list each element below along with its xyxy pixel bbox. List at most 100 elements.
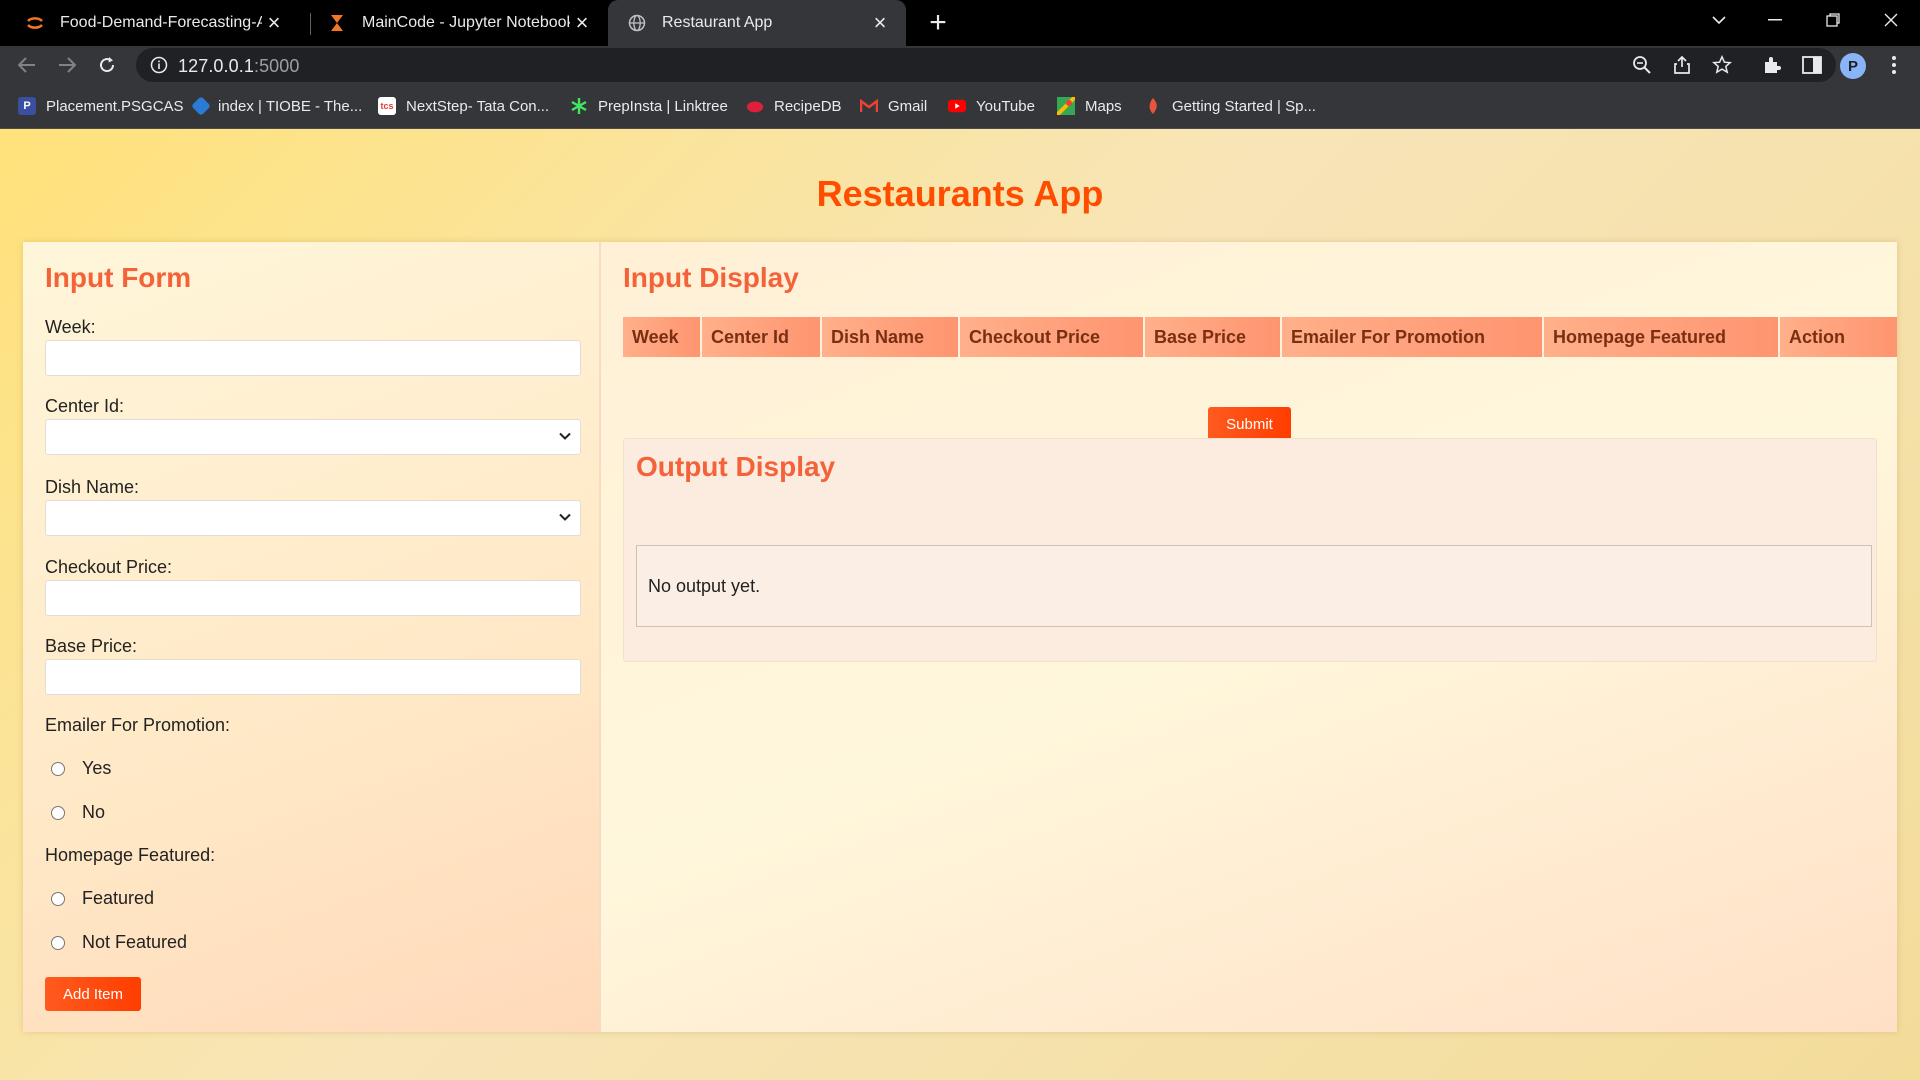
checkout-price-label: Checkout Price: <box>45 557 173 577</box>
column-header: Center Id <box>702 317 822 357</box>
bookmark-getting-started[interactable]: Getting Started | Sp... <box>1144 95 1316 117</box>
url-text: 127.0.0.1:5000 <box>178 56 300 77</box>
app-container: Input Form Week: Center Id: Dish Name: C… <box>23 242 1897 1032</box>
url-port: :5000 <box>253 56 300 76</box>
extensions-icon[interactable] <box>1760 53 1784 77</box>
emailer-yes-label: Yes <box>82 758 112 778</box>
center-id-select[interactable] <box>45 419 581 455</box>
close-icon[interactable]: × <box>570 10 594 35</box>
column-header: Checkout Price <box>960 317 1145 357</box>
emailer-no-option[interactable]: No <box>51 802 105 823</box>
chevron-down-icon <box>558 429 572 448</box>
add-item-button[interactable]: Add Item <box>45 977 141 1011</box>
tab-restaurant-app[interactable]: Restaurant App × <box>608 0 906 46</box>
back-icon[interactable] <box>12 50 42 80</box>
youtube-icon <box>948 97 966 115</box>
globe-icon <box>626 12 648 34</box>
week-label: Week: <box>45 317 96 337</box>
tab-maincode[interactable]: MainCode - Jupyter Notebook × <box>302 0 608 46</box>
week-input[interactable] <box>45 340 581 376</box>
emailer-yes-option[interactable]: Yes <box>51 758 111 779</box>
page-title: Restaurants App <box>816 173 1104 214</box>
bookmark-tiobe[interactable]: index | TIOBE - The... <box>191 95 363 117</box>
bookmark-prepinsta[interactable]: PrepInsta | Linktree <box>570 95 728 117</box>
bookmark-label: Getting Started | Sp... <box>1172 97 1316 115</box>
emailer-yes-radio[interactable] <box>51 761 65 776</box>
restore-icon[interactable] <box>1808 0 1858 40</box>
psg-icon: P <box>18 97 36 115</box>
column-header: Emailer For Promotion <box>1282 317 1544 357</box>
reload-icon[interactable] <box>92 50 122 80</box>
bookmarks-bar: P Placement.PSGCAS index | TIOBE - The..… <box>0 84 1920 129</box>
output-display-section: Output Display No output yet. <box>623 438 1877 662</box>
input-display-title: Input Display <box>623 262 799 293</box>
base-price-input[interactable] <box>45 659 581 695</box>
center-id-label: Center Id: <box>45 396 125 416</box>
homepage-featured-option[interactable]: Featured <box>51 888 154 909</box>
close-icon[interactable]: × <box>262 10 286 35</box>
homepage-label: Homepage Featured: <box>45 845 216 865</box>
menu-kebab-icon[interactable] <box>1882 53 1906 77</box>
bookmark-maps[interactable]: Maps <box>1057 95 1122 117</box>
linktree-icon <box>570 97 588 115</box>
maps-icon <box>1057 97 1075 115</box>
submit-button[interactable]: Submit <box>1208 407 1291 441</box>
display-panel: Input Display Week Center Id Dish Name C… <box>601 242 1897 1032</box>
input-form-panel: Input Form Week: Center Id: Dish Name: C… <box>23 242 601 1032</box>
side-panel-icon[interactable] <box>1800 53 1824 77</box>
input-table-header: Week Center Id Dish Name Checkout Price … <box>623 317 1897 357</box>
zoom-icon[interactable] <box>1630 53 1654 77</box>
tab-title: MainCode - Jupyter Notebook <box>362 14 570 31</box>
bookmark-label: Gmail <box>888 97 928 115</box>
hourglass-icon <box>326 12 348 34</box>
recipedb-icon <box>746 97 764 115</box>
gmail-icon <box>860 97 878 115</box>
emailer-no-radio[interactable] <box>51 805 65 820</box>
bookmark-label: index | TIOBE - The... <box>218 97 363 115</box>
bookmark-star-icon[interactable] <box>1710 53 1734 77</box>
bookmark-gmail[interactable]: Gmail <box>860 95 927 117</box>
dish-name-label: Dish Name: <box>45 477 140 497</box>
bookmark-placement-psgcas[interactable]: P Placement.PSGCAS <box>18 95 184 117</box>
homepage-not-featured-option[interactable]: Not Featured <box>51 932 187 953</box>
bookmark-nextstep[interactable]: tcs NextStep- Tata Con... <box>378 95 549 117</box>
bookmark-label: Placement.PSGCAS <box>46 97 184 115</box>
bookmark-recipedb[interactable]: RecipeDB <box>746 95 842 117</box>
emailer-label: Emailer For Promotion: <box>45 715 231 735</box>
input-form-title: Input Form <box>45 262 192 293</box>
share-icon[interactable] <box>1670 53 1694 77</box>
address-bar[interactable]: 127.0.0.1:5000 <box>136 48 1836 82</box>
output-result-box: No output yet. <box>636 545 1872 627</box>
tab-search-chevron-icon[interactable] <box>1694 0 1744 40</box>
jupyter-icon <box>24 12 46 34</box>
bookmark-label: Maps <box>1085 97 1122 115</box>
output-display-title: Output Display <box>636 451 836 482</box>
column-header: Week <box>623 317 702 357</box>
chevron-down-icon <box>558 510 572 529</box>
profile-avatar[interactable]: P <box>1840 53 1866 79</box>
window-close-icon[interactable] <box>1866 0 1916 40</box>
homepage-not-featured-label: Not Featured <box>82 932 188 952</box>
close-icon[interactable]: × <box>868 10 892 35</box>
bookmark-label: RecipeDB <box>774 97 842 115</box>
checkout-price-input[interactable] <box>45 580 581 616</box>
bookmark-youtube[interactable]: YouTube <box>948 95 1035 117</box>
new-tab-button[interactable]: + <box>922 6 954 39</box>
page-viewport: Restaurants App Input Form Week: Center … <box>0 129 1920 1080</box>
tab-title: Restaurant App <box>662 14 773 31</box>
spring-icon <box>1144 97 1162 115</box>
site-info-icon[interactable] <box>150 56 168 79</box>
column-header: Base Price <box>1145 317 1282 357</box>
tab-title: Food-Demand-Forecasting-And- <box>60 14 262 31</box>
tcs-icon: tcs <box>378 97 396 115</box>
emailer-no-label: No <box>82 802 106 822</box>
column-header: Homepage Featured <box>1544 317 1780 357</box>
homepage-not-featured-radio[interactable] <box>51 935 65 950</box>
dish-name-select[interactable] <box>45 500 581 536</box>
tab-strip: Food-Demand-Forecasting-And- × MainCode … <box>0 0 1920 46</box>
tab-food-demand[interactable]: Food-Demand-Forecasting-And- × <box>0 0 300 46</box>
column-header: Dish Name <box>822 317 960 357</box>
homepage-featured-radio[interactable] <box>51 891 65 906</box>
forward-icon[interactable] <box>52 50 82 80</box>
minimize-icon[interactable] <box>1750 0 1800 40</box>
